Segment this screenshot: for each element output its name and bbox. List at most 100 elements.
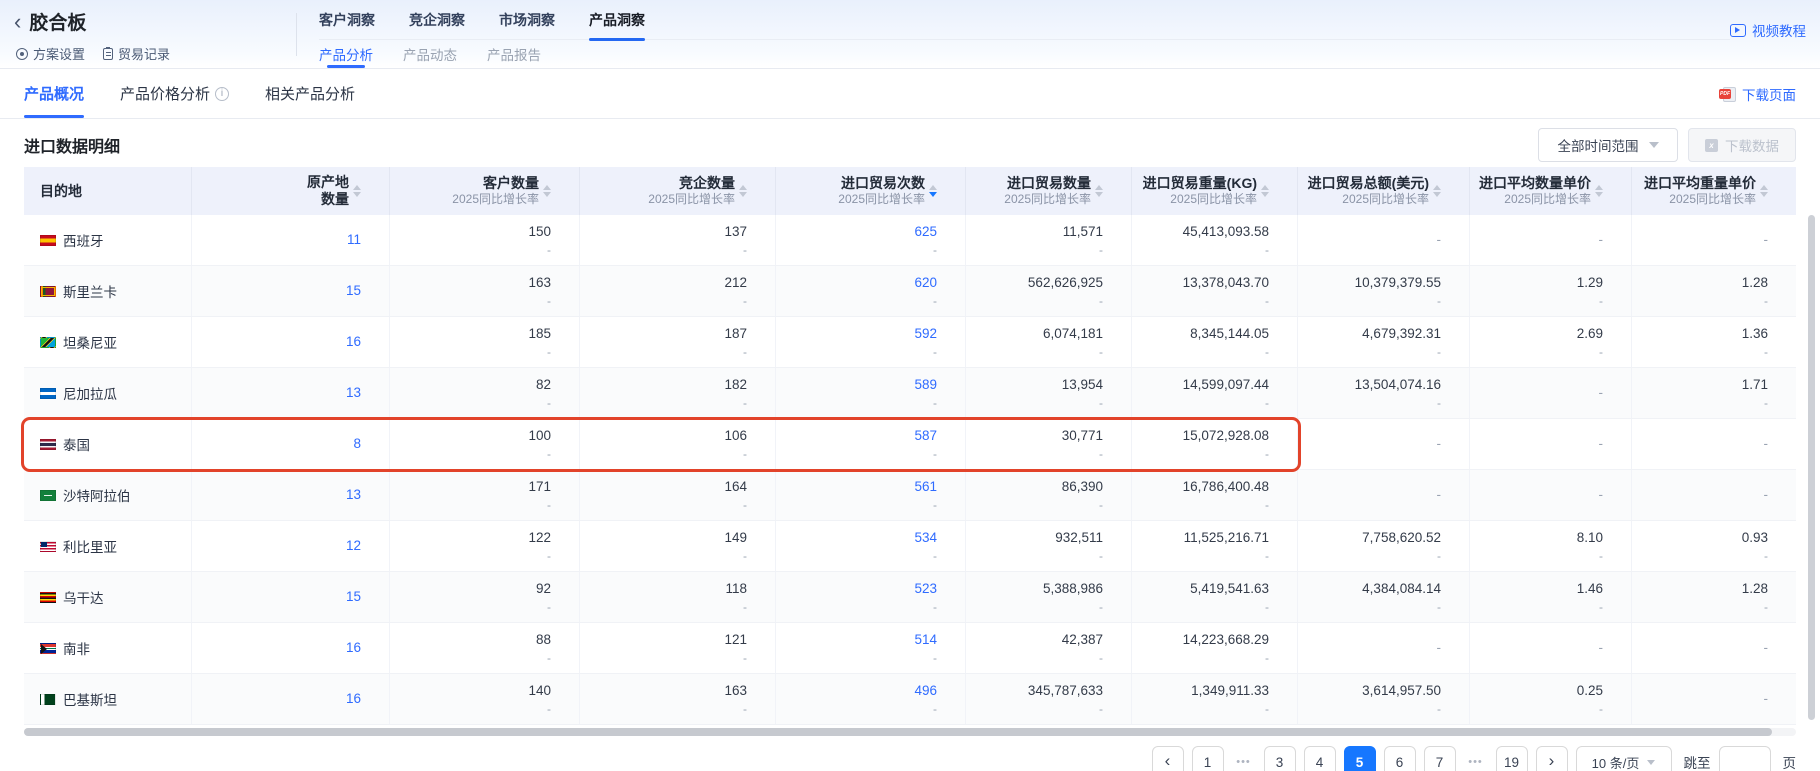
column-header-destination: 目的地 (24, 167, 192, 215)
srilanka-flag-icon (40, 286, 56, 297)
value-link[interactable]: 587 (914, 428, 937, 444)
cell-value: 86,390 (1062, 479, 1103, 495)
page-button-3[interactable]: 3 (1264, 746, 1296, 771)
growth-value: - (933, 294, 937, 308)
horizontal-scrollbar-thumb[interactable] (24, 728, 1772, 736)
page-size-select[interactable]: 10 条/页 (1576, 746, 1672, 771)
cell-value: 14,223,668.29 (1183, 632, 1269, 648)
sort-toggle[interactable] (1095, 185, 1103, 197)
sort-toggle[interactable] (353, 185, 361, 197)
page: ‹ 胶合板 方案设置 贸易记录 客户洞察竞企洞察市场洞察产品洞察 产品分析产品动… (0, 0, 1820, 771)
data-cell: 45,413,093.58- (1132, 215, 1298, 265)
destination-cell[interactable]: 乌干达 (24, 572, 192, 622)
value-link[interactable]: 625 (914, 224, 937, 240)
trade-records-button[interactable]: 贸易记录 (103, 44, 170, 63)
page-button-4[interactable]: 4 (1304, 746, 1336, 771)
destination-cell[interactable]: 尼加拉瓜 (24, 368, 192, 418)
sort-toggle[interactable] (543, 185, 551, 197)
column-header-客户数量: 客户数量2025同比增长率 (390, 167, 580, 215)
download-page-link[interactable]: 下载页面 (1719, 84, 1796, 104)
main-tab-客户洞察[interactable]: 客户洞察 (319, 0, 375, 39)
destination-cell[interactable]: 泰国 (24, 419, 192, 469)
destination-cell[interactable]: 西班牙 (24, 215, 192, 265)
value-link[interactable]: 589 (914, 377, 937, 393)
sort-desc-icon (1095, 192, 1103, 197)
column-header-原产地: 原产地数量 (192, 167, 390, 215)
cell-value: - (1437, 487, 1442, 503)
data-cell: 15 (192, 572, 390, 622)
destination-cell[interactable]: 坦桑尼亚 (24, 317, 192, 367)
secondary-tab-产品报告[interactable]: 产品报告 (487, 40, 541, 68)
cell-value: 212 (724, 275, 747, 291)
value-link[interactable]: 534 (914, 530, 937, 546)
value-link[interactable]: 592 (914, 326, 937, 342)
jump-page-input[interactable] (1719, 746, 1771, 771)
main-tab-竞企洞察[interactable]: 竞企洞察 (409, 0, 465, 39)
download-data-button[interactable]: x 下载数据 (1688, 128, 1796, 162)
destination-cell[interactable]: 利比里亚 (24, 521, 192, 571)
topbar-center: 客户洞察竞企洞察市场洞察产品洞察 产品分析 产品动态 产品报告 (297, 0, 1730, 68)
value-link[interactable]: 620 (914, 275, 937, 291)
column-label: 进口贸易次数 (838, 175, 925, 192)
growth-value: - (1099, 396, 1103, 410)
video-tutorial-link[interactable]: 视频教程 (1730, 20, 1806, 40)
value-link[interactable]: 13 (346, 487, 361, 503)
value-link[interactable]: 16 (346, 334, 361, 350)
back-icon[interactable]: ‹ (14, 11, 21, 33)
subtab-产品概况[interactable]: 产品概况 (24, 69, 84, 118)
cell-value: 182 (724, 377, 747, 393)
data-cell: 932,511- (966, 521, 1132, 571)
growth-value: - (1599, 294, 1603, 308)
value-link[interactable]: 496 (914, 683, 937, 699)
sort-toggle[interactable] (1760, 185, 1768, 197)
subtab-产品价格分析[interactable]: 产品价格分析i (120, 69, 229, 118)
column-header-进口贸易总额(美元): 进口贸易总额(美元)2025同比增长率 (1298, 167, 1470, 215)
data-cell: 5,388,986- (966, 572, 1132, 622)
page-button-5[interactable]: 5 (1344, 746, 1376, 771)
value-link[interactable]: 8 (353, 436, 361, 452)
value-link[interactable]: 514 (914, 632, 937, 648)
value-link[interactable]: 15 (346, 589, 361, 605)
time-range-select[interactable]: 全部时间范围 (1538, 128, 1678, 162)
sort-toggle[interactable] (1433, 185, 1441, 197)
value-link[interactable]: 15 (346, 283, 361, 299)
page-size-value: 10 条/页 (1592, 753, 1640, 771)
sort-toggle[interactable] (1595, 185, 1603, 197)
sort-toggle[interactable] (739, 185, 747, 197)
growth-value: - (743, 702, 747, 716)
next-page-button[interactable]: › (1536, 746, 1568, 771)
main-tab-市场洞察[interactable]: 市场洞察 (499, 0, 555, 39)
destination-cell[interactable]: 南非 (24, 623, 192, 673)
value-link[interactable]: 12 (346, 538, 361, 554)
value-link[interactable]: 523 (914, 581, 937, 597)
destination-cell[interactable]: 巴基斯坦 (24, 674, 192, 724)
sort-toggle[interactable] (1261, 185, 1269, 197)
value-link[interactable]: 561 (914, 479, 937, 495)
main-tab-产品洞察[interactable]: 产品洞察 (589, 0, 645, 39)
secondary-tab-产品分析[interactable]: 产品分析 (319, 40, 373, 68)
subtab-相关产品分析[interactable]: 相关产品分析 (265, 69, 355, 118)
growth-value: - (933, 447, 937, 461)
page-button-1[interactable]: 1 (1192, 746, 1224, 771)
scheme-settings-button[interactable]: 方案设置 (16, 44, 85, 63)
value-link[interactable]: 11 (347, 232, 361, 248)
column-header-text: 进口贸易次数2025同比增长率 (838, 175, 925, 207)
data-cell: 1.36- (1632, 317, 1796, 367)
page-button-6[interactable]: 6 (1384, 746, 1416, 771)
prev-page-button[interactable]: ‹ (1152, 746, 1184, 771)
value-link[interactable]: 16 (346, 640, 361, 656)
page-button-19[interactable]: 19 (1496, 746, 1528, 771)
page-button-7[interactable]: 7 (1424, 746, 1456, 771)
sort-toggle[interactable] (929, 185, 937, 197)
data-cell: - (1298, 623, 1470, 673)
value-link[interactable]: 16 (346, 691, 361, 707)
table-row-南非: 南非1688-121-514-42,387-14,223,668.29---- (24, 623, 1796, 674)
vertical-scrollbar-thumb[interactable] (1808, 215, 1815, 720)
destination-cell[interactable]: 沙特阿拉伯 (24, 470, 192, 520)
destination-cell[interactable]: 斯里兰卡 (24, 266, 192, 316)
secondary-tab-产品动态[interactable]: 产品动态 (403, 40, 457, 68)
value-link[interactable]: 13 (346, 385, 361, 401)
data-cell: 345,787,633- (966, 674, 1132, 724)
horizontal-scrollbar-track (24, 728, 1796, 736)
sort-desc-icon (1433, 192, 1441, 197)
